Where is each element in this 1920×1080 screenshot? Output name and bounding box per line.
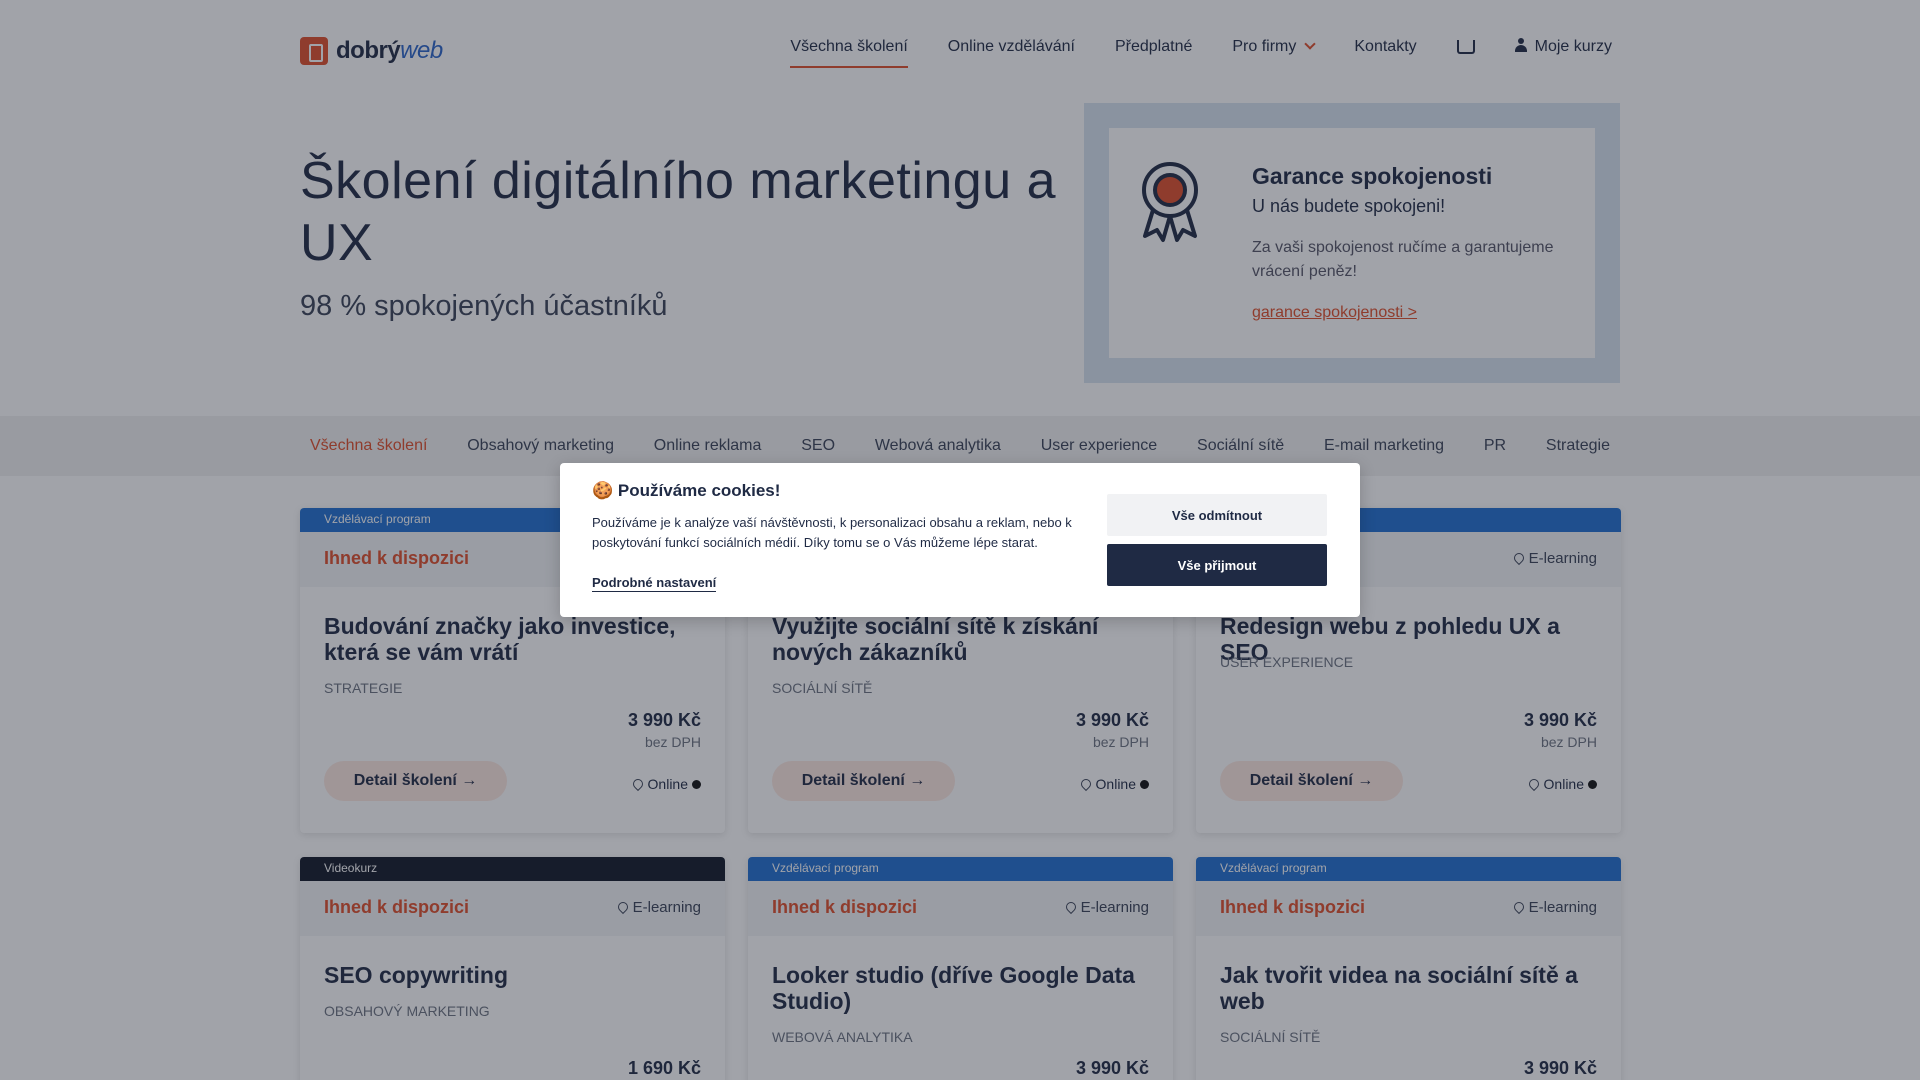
cookie-icon: 🍪: [592, 481, 614, 500]
reject-all-button[interactable]: Vše odmítnout: [1107, 494, 1327, 536]
cookie-dialog: 🍪 Používáme cookies! Používáme je k anal…: [560, 463, 1360, 617]
cookie-title: 🍪 Používáme cookies!: [592, 481, 781, 500]
accept-all-button[interactable]: Vše přijmout: [1107, 544, 1327, 586]
cookie-text: Používáme je k analýze vaší návštěvnosti…: [592, 515, 1072, 550]
cookie-settings-link[interactable]: Podrobné nastavení: [592, 575, 717, 592]
